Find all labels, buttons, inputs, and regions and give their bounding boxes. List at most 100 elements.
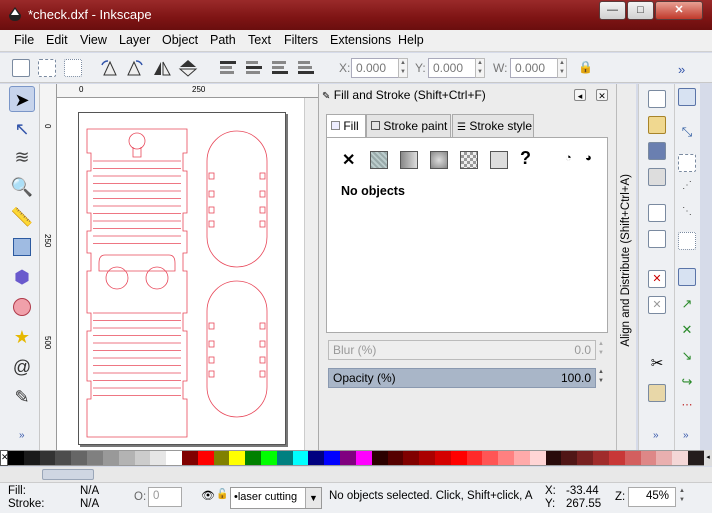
open-icon[interactable]: [648, 116, 666, 134]
palette-swatch[interactable]: [292, 451, 309, 465]
blur-slider[interactable]: Blur (%) 0.0: [328, 340, 596, 360]
new-document-icon[interactable]: [648, 90, 666, 108]
palette-swatch[interactable]: [656, 451, 673, 465]
menu-layer[interactable]: Layer: [119, 33, 150, 47]
save-icon[interactable]: [648, 142, 666, 160]
palette-swatch[interactable]: [213, 451, 230, 465]
star-tool-icon[interactable]: ★: [9, 324, 35, 350]
menu-view[interactable]: View: [80, 33, 107, 47]
chevron-down-icon[interactable]: ▼: [305, 488, 321, 508]
flip-vertical-icon[interactable]: [178, 59, 198, 77]
commands-overflow-icon[interactable]: »: [653, 430, 659, 441]
x-field[interactable]: 0.000: [351, 58, 401, 78]
palette-swatch[interactable]: [514, 451, 530, 465]
palette-swatch[interactable]: [387, 451, 404, 465]
palette-swatch[interactable]: [8, 451, 24, 465]
palette-swatch[interactable]: [498, 451, 514, 465]
rotate-cw-icon[interactable]: [124, 59, 144, 77]
palette-swatch[interactable]: [324, 451, 341, 465]
snap-bbox-corner-icon[interactable]: ⋰: [678, 180, 696, 198]
scroll-thumb[interactable]: [42, 469, 94, 480]
zoom-spinner[interactable]: ▲ ▼: [677, 487, 687, 507]
node-tool-icon[interactable]: ↖: [9, 116, 35, 142]
palette-swatch[interactable]: [276, 451, 293, 465]
palette-swatch[interactable]: [640, 451, 657, 465]
snap-overflow-icon[interactable]: »: [683, 430, 689, 441]
tweak-tool-icon[interactable]: ≋: [9, 144, 35, 170]
spiral-tool-icon[interactable]: @: [9, 354, 35, 380]
palette-swatch[interactable]: [687, 451, 704, 465]
opacity-spinner[interactable]: ▲ ▼: [596, 368, 606, 388]
palette-swatch[interactable]: [403, 451, 420, 465]
dialog-iconify-button[interactable]: ◂: [574, 89, 586, 101]
palette-swatch[interactable]: [23, 451, 40, 465]
linear-gradient-icon[interactable]: [400, 151, 418, 169]
menu-text[interactable]: Text: [248, 33, 271, 47]
menu-filters[interactable]: Filters: [284, 33, 318, 47]
y-field[interactable]: 0.000: [428, 58, 478, 78]
menu-path[interactable]: Path: [210, 33, 236, 47]
menu-help[interactable]: Help: [398, 33, 424, 47]
snap-bbox-icon[interactable]: ⤡: [678, 124, 696, 142]
palette-swatch[interactable]: [197, 451, 214, 465]
menu-extensions[interactable]: Extensions: [330, 33, 391, 47]
selector-tool-icon[interactable]: ➤: [9, 86, 35, 112]
layer-lock-icon[interactable]: 🔓: [216, 489, 228, 500]
palette-swatch[interactable]: [529, 451, 546, 465]
snap-toggle-icon[interactable]: [678, 88, 696, 106]
palette-swatch[interactable]: [450, 451, 467, 465]
redo-icon[interactable]: ✕: [648, 296, 666, 314]
palette-swatch[interactable]: [245, 451, 261, 465]
palette-swatch[interactable]: [608, 451, 625, 465]
toolbox-overflow-icon[interactable]: »: [19, 430, 25, 441]
fill-rule-evenodd-icon[interactable]: ◔: [565, 152, 572, 164]
select-all-layers-icon[interactable]: [38, 59, 56, 77]
toolbar-overflow-icon[interactable]: »: [678, 62, 685, 77]
snap-smooth-icon[interactable]: ↪: [678, 374, 696, 392]
palette-swatch[interactable]: [261, 451, 277, 465]
palette-swatch[interactable]: [340, 451, 356, 465]
no-color-swatch[interactable]: ✕: [0, 450, 9, 466]
palette-swatch[interactable]: [102, 451, 119, 465]
export-icon[interactable]: [648, 230, 666, 248]
palette-swatch[interactable]: [672, 451, 688, 465]
cut-icon[interactable]: ✂: [648, 356, 666, 374]
raise-icon[interactable]: [244, 59, 264, 77]
pencil-tool-icon[interactable]: ✎: [9, 384, 35, 410]
snap-intersection-icon[interactable]: ✕: [678, 322, 696, 340]
rectangle-tool-icon[interactable]: [9, 234, 35, 260]
palette-swatch[interactable]: [71, 451, 88, 465]
minimize-button[interactable]: —: [599, 1, 626, 20]
snap-nodes-icon[interactable]: [678, 268, 696, 286]
palette-swatch[interactable]: [466, 451, 483, 465]
palette-swatch[interactable]: [166, 451, 182, 465]
measure-tool-icon[interactable]: 📏: [9, 204, 35, 230]
canvas-vertical-scrollbar[interactable]: [304, 98, 318, 450]
align-distribute-tab[interactable]: Align and Distribute (Shift+Ctrl+A): [616, 84, 636, 450]
lower-icon[interactable]: [270, 59, 290, 77]
palette-swatch[interactable]: [87, 451, 103, 465]
palette-swatch[interactable]: [181, 451, 198, 465]
snap-bbox-center-icon[interactable]: [678, 232, 696, 250]
swatch-icon[interactable]: [490, 151, 508, 169]
palette-swatch[interactable]: [55, 451, 72, 465]
zoom-field[interactable]: 45%: [628, 487, 676, 507]
rotate-ccw-icon[interactable]: [100, 59, 120, 77]
palette-swatch[interactable]: [419, 451, 435, 465]
menu-object[interactable]: Object: [162, 33, 198, 47]
palette-swatch[interactable]: [593, 451, 609, 465]
palette-menu-icon[interactable]: ◂: [704, 450, 712, 466]
snap-bbox-edge-icon[interactable]: [678, 154, 696, 172]
palette-swatch[interactable]: [434, 451, 451, 465]
unset-paint-icon[interactable]: ?: [520, 148, 531, 169]
lock-icon[interactable]: 🔒: [578, 60, 593, 74]
pattern-icon[interactable]: [460, 151, 478, 169]
snap-midpoint-icon[interactable]: ⋯: [678, 398, 696, 416]
canvas-horizontal-scrollbar[interactable]: [0, 467, 712, 483]
close-button[interactable]: ✕: [655, 1, 703, 20]
y-spinner[interactable]: ▲ ▼: [475, 58, 485, 78]
undo-icon[interactable]: ✕: [648, 270, 666, 288]
paste-icon[interactable]: [648, 384, 666, 402]
no-paint-icon[interactable]: ✕: [342, 150, 355, 170]
3d-box-tool-icon[interactable]: ⬢: [9, 264, 35, 290]
